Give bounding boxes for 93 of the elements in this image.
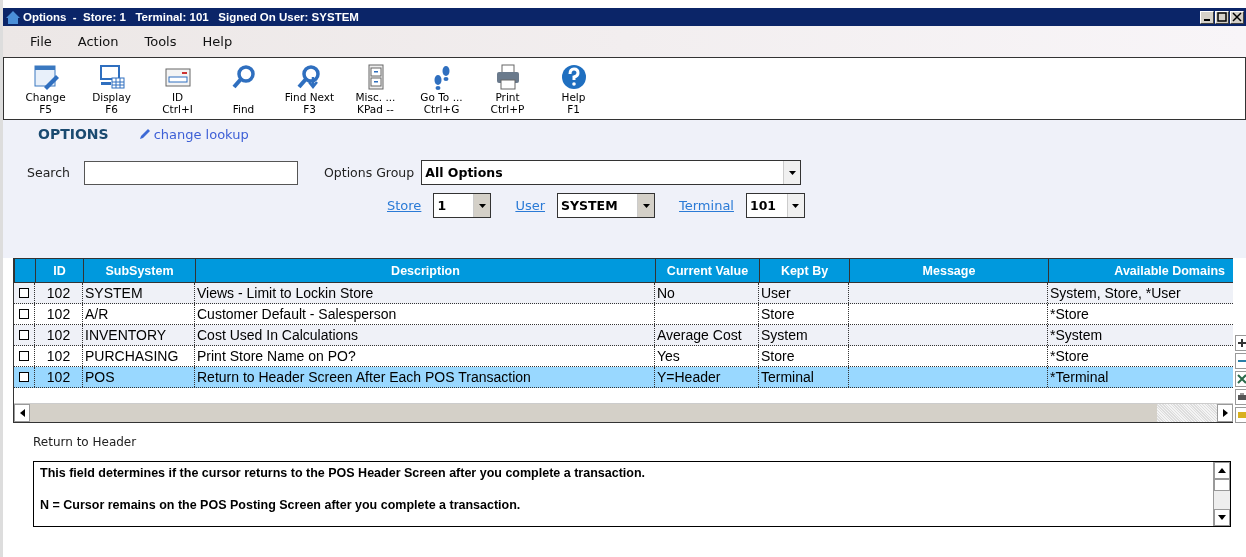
row-checkbox[interactable] [19,330,29,340]
add-icon[interactable] [1235,335,1246,351]
edit-window-icon [31,63,60,91]
close-button[interactable] [1230,10,1244,24]
store-link[interactable]: Store [387,198,422,213]
table-cell: Cost Used In Calculations [197,327,359,343]
dropdown-arrow-icon [642,203,650,208]
details-text-box[interactable]: This field determines if the cursor returns to the POS Header Screen after you complete a transaction. N = Cursor remains on the POS Posting Screen after you complete a transaction. [33,461,1231,527]
table-cell: Return to Header Screen After Each POS Transaction [197,369,531,385]
vertical-scrollbar[interactable] [1213,462,1230,526]
table-cell: Average Cost [657,327,742,343]
table-cell: PURCHASING [85,348,179,364]
table-cell: *System [1050,327,1103,343]
table-cell: POS [85,369,115,385]
table-cell: Print Store Name on PO? [197,348,356,364]
section-title: OPTIONS [38,126,109,142]
options-group-dropdown[interactable]: All Options [421,160,802,185]
toolbar-button[interactable]: Help F1 [546,63,601,115]
table-cell: System, Store, *User [1050,285,1181,301]
table-cell: Customer Default - Salesperson [197,306,397,322]
close-icon [1232,12,1242,22]
table-cell: *Terminal [1050,369,1109,385]
menu-item[interactable]: Help [187,34,244,49]
table-row[interactable]: 102 POS Return to Header Screen After Each POS Transaction Y=Header Terminal *Terminal [14,367,1233,388]
toolbar-button[interactable]: Print Ctrl+P [480,63,535,115]
table-cell: Y=Header [657,369,721,385]
table-cell: Views - Limit to Lockin Store [197,285,374,301]
options-group-label: Options Group [323,165,415,180]
table-row[interactable]: 102 SYSTEM Views - Limit to Lockin Store No User System, Store, *User [14,283,1233,304]
table-cell: Yes [657,348,680,364]
table-row[interactable]: 102 INVENTORY Cost Used In Calculations Average Cost System *System [14,325,1233,346]
toolbar-button[interactable]: Misc. ... KPad -- [348,63,403,115]
horizontal-scrollbar[interactable] [14,403,1233,422]
terminal-dropdown[interactable]: 101 [745,193,805,218]
menu-item[interactable]: Tools [129,34,188,49]
table-cell: *Store [1050,306,1089,322]
scroll-left-icon[interactable] [19,409,25,417]
table-cell: 102 [46,348,71,364]
tools-icon[interactable] [1235,371,1246,387]
table-cell: A/R [85,306,109,322]
row-checkbox[interactable] [19,372,29,382]
toolbar-button[interactable]: Display F6 [84,63,139,115]
scroll-down-icon[interactable] [1218,515,1226,520]
scroll-right-icon[interactable] [1222,409,1228,417]
maximize-icon [1217,12,1227,22]
toolbar-button[interactable]: Find [216,63,271,115]
table-cell: *Store [1050,348,1089,364]
menu-item[interactable]: File [15,34,63,49]
search-field[interactable] [83,160,298,185]
dropdown-arrow-icon [788,170,796,175]
minimize-button[interactable] [1200,10,1214,24]
display-icon [97,63,126,91]
row-checkbox[interactable] [19,351,29,361]
table-cell: System [761,327,808,343]
table-cell: INVENTORY [85,327,167,343]
table-cell: 102 [46,369,71,385]
terminal-link[interactable]: Terminal [679,198,734,213]
table-cell: 102 [46,285,71,301]
details-text: This field determines if the cursor returns to the POS Header Screen after you complete a transaction. [40,466,647,480]
help-icon [559,63,588,91]
table-cell: Store [761,306,795,322]
menu-item[interactable]: Action [62,34,130,49]
toolbar-button[interactable]: Go To ... Ctrl+G [414,63,469,115]
printer-icon[interactable] [1235,389,1246,405]
house-icon [5,9,21,25]
table-cell: Store [761,348,795,364]
window-title: Options - Store: 1 Terminal: 101 Signed On User: SYSTEM [23,11,359,23]
row-checkbox[interactable] [19,309,29,319]
change-lookup-link[interactable]: change lookup [153,126,249,142]
pencil-icon [138,128,151,140]
dropdown-arrow-icon [478,203,486,208]
table-cell: No [657,285,675,301]
store-dropdown[interactable]: 1 [433,193,492,218]
search-label: Search [27,165,70,180]
dropdown-arrow-icon [792,203,800,208]
toolbar-button[interactable]: Change F5 [18,63,73,115]
table-cell: Terminal [761,369,814,385]
row-checkbox[interactable] [19,288,29,298]
details-text: N = Cursor remains on the POS Posting Screen after you complete a transaction. [40,498,522,512]
toolbar-button[interactable]: Find Next F3 [282,63,337,115]
remove-icon[interactable] [1235,353,1246,369]
user-dropdown[interactable]: SYSTEM [557,193,655,218]
table-cell: SYSTEM [85,285,143,301]
table-cell: 102 [46,327,71,343]
user-link[interactable]: User [515,198,545,213]
toolbar-button[interactable]: ID Ctrl+I [150,63,205,115]
maximize-button[interactable] [1215,10,1229,24]
table-cell: 102 [46,306,71,322]
scrollbar-thumb[interactable] [1157,404,1217,422]
details-title: Return to Header [33,435,138,449]
minimize-icon [1204,19,1210,21]
table-cell: User [761,285,791,301]
scroll-up-icon[interactable] [1218,468,1226,473]
